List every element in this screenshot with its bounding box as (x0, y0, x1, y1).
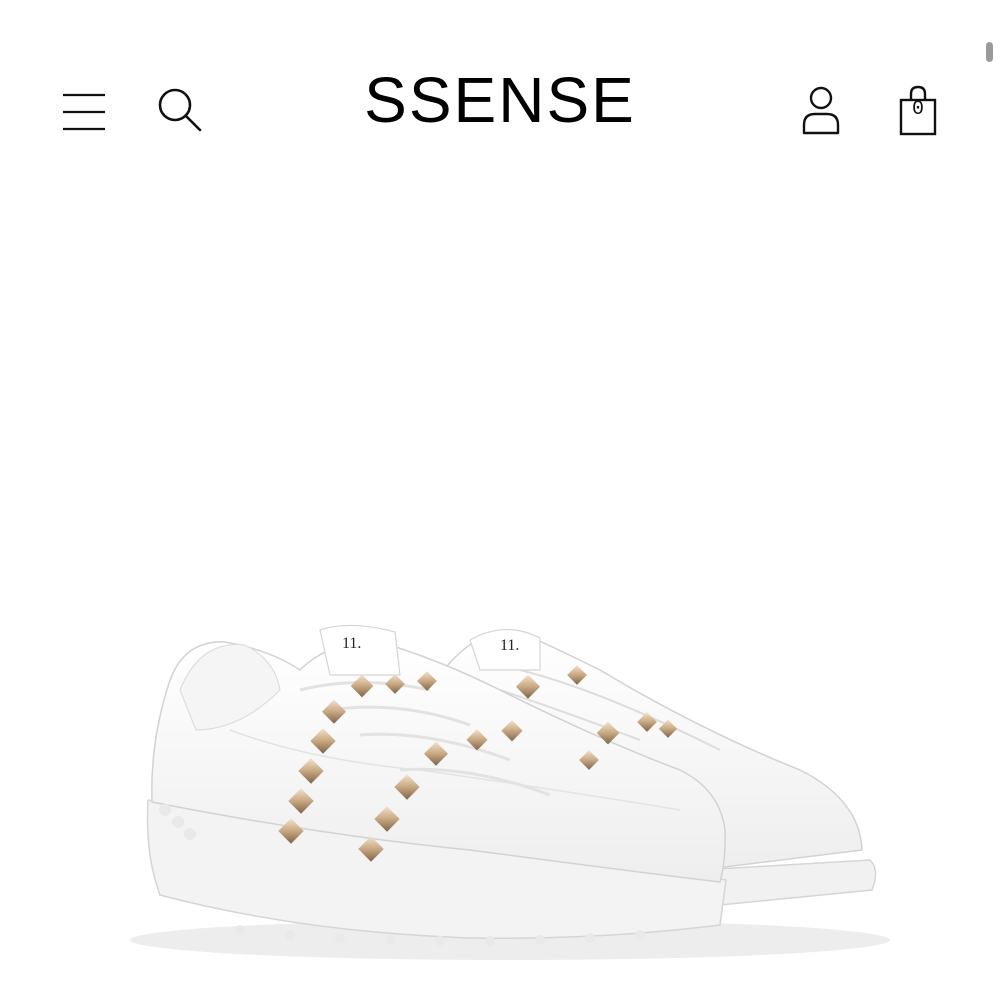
brand-logo[interactable]: SSENSE (300, 62, 700, 138)
white-studded-sneakers-image: 11. 11. (130, 624, 890, 960)
menu-button[interactable] (56, 80, 112, 140)
front-sneaker: 11. (146, 624, 727, 939)
shopping-bag-button[interactable]: 0 (890, 80, 946, 140)
cart-count-badge: 0 (911, 98, 924, 121)
user-icon (802, 86, 840, 135)
search-button[interactable] (150, 80, 210, 140)
search-icon (158, 88, 202, 132)
hamburger-menu-icon (63, 93, 105, 131)
tongue-label-front: 11. (342, 635, 361, 652)
account-button[interactable] (794, 80, 848, 140)
product-image[interactable]: 11. 11. (0, 170, 1000, 1000)
site-header: SSENSE 0 (0, 0, 1000, 170)
tongue-label-back: 11. (500, 637, 519, 654)
